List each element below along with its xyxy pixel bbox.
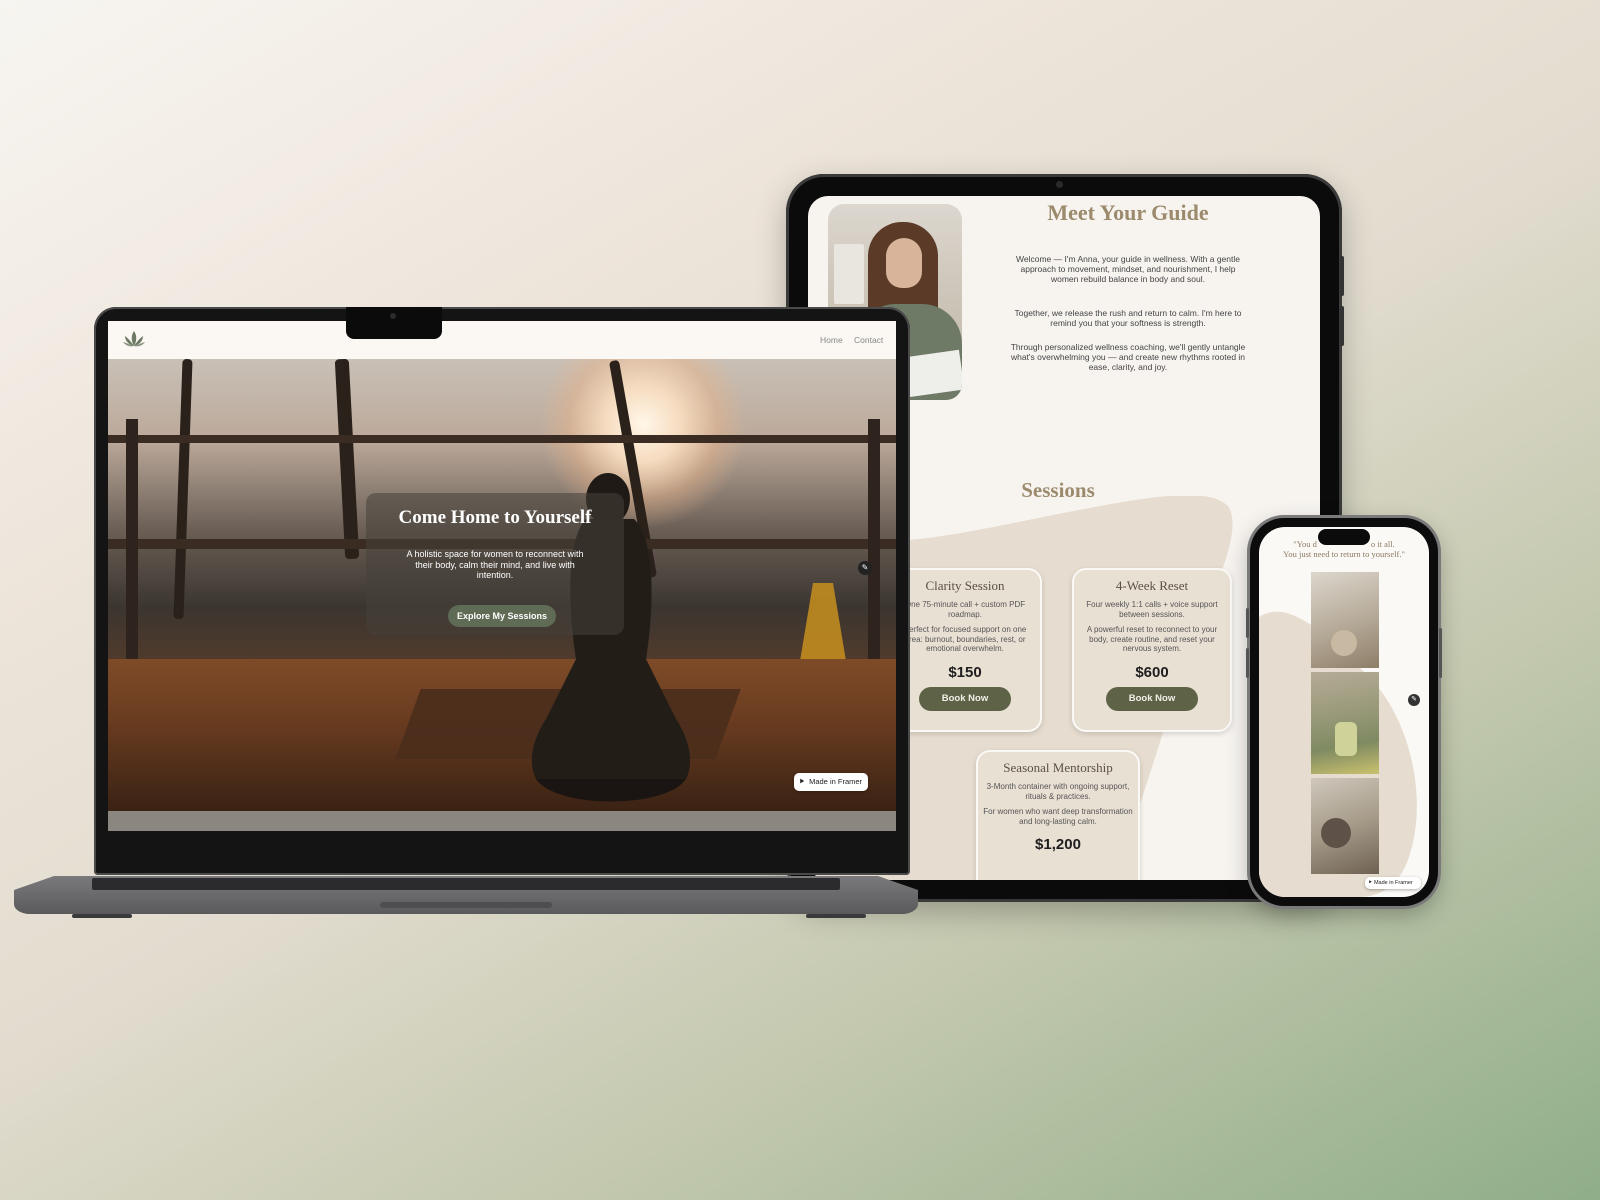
phone-power-button bbox=[1439, 628, 1442, 678]
badge-label: Made in Framer bbox=[1373, 880, 1413, 886]
card-title: 4-Week Reset bbox=[1115, 578, 1189, 593]
badge-label: Made in Framer bbox=[809, 777, 863, 786]
card-description: For women who want deep transformation a… bbox=[983, 807, 1133, 826]
hero-title: Come Home to Yourself bbox=[398, 507, 592, 528]
laptop-device: Home Contact Come Home to Yourself A hol… bbox=[94, 307, 910, 875]
guide-paragraph: Through personalized wellness coaching, … bbox=[1010, 342, 1246, 372]
card-description: Perfect for focused support on one area:… bbox=[903, 625, 1027, 653]
card-title: Clarity Session bbox=[925, 578, 1005, 593]
laptop-screen: Home Contact Come Home to Yourself A hol… bbox=[108, 321, 896, 831]
card-price: $600 bbox=[1135, 663, 1169, 681]
phone-device: "You do it all. You just need to return … bbox=[1246, 518, 1442, 906]
phone-side-button bbox=[1246, 648, 1249, 678]
card-description: A powerful reset to reconnect to your bo… bbox=[1086, 625, 1218, 653]
guide-title: Meet Your Guide bbox=[1047, 200, 1209, 225]
laptop-base bbox=[14, 876, 918, 918]
card-title: Seasonal Mentorship bbox=[1003, 760, 1113, 775]
gallery-image bbox=[1311, 572, 1379, 668]
gallery-image bbox=[1311, 672, 1379, 774]
nav-home-link[interactable]: Home bbox=[820, 335, 843, 345]
card-price: $1,200 bbox=[1035, 836, 1081, 853]
card-description: 3-Month container with ongoing support, … bbox=[986, 782, 1130, 801]
card-price: $150 bbox=[948, 663, 982, 681]
explore-sessions-button[interactable]: Explore My Sessions bbox=[448, 605, 556, 627]
card-description: One 75-minute call + custom PDF roadmap. bbox=[904, 600, 1026, 619]
phone-side-button bbox=[1246, 608, 1249, 638]
made-in-framer-badge[interactable]: ⯈ Made in Framer bbox=[794, 773, 868, 791]
book-now-button[interactable]: Book Now bbox=[1106, 686, 1198, 711]
session-card-mentorship: Seasonal Mentorship 3-Month container wi… bbox=[976, 750, 1140, 880]
edit-pencil-icon[interactable]: ✎ bbox=[858, 561, 872, 575]
tablet-camera bbox=[1056, 181, 1063, 188]
quote-text: "You do it all. You just need to return … bbox=[1283, 539, 1405, 559]
session-card-reset: 4-Week Reset Four weekly 1:1 calls + voi… bbox=[1072, 568, 1232, 732]
site-navbar: Home Contact bbox=[108, 321, 896, 359]
hero-subtitle: A holistic space for women to reconnect … bbox=[406, 549, 584, 580]
laptop-notch bbox=[346, 307, 442, 339]
tablet-volume-button bbox=[1340, 256, 1344, 296]
framer-icon: ⯈ bbox=[799, 777, 805, 786]
card-description: Four weekly 1:1 calls + voice support be… bbox=[1086, 600, 1218, 619]
session-card-clarity: Clarity Session One 75-minute call + cus… bbox=[888, 568, 1042, 732]
nav-contact-link[interactable]: Contact bbox=[854, 335, 883, 345]
sessions-title: Sessions bbox=[1021, 478, 1095, 502]
guide-paragraph: Together, we release the rush and return… bbox=[1014, 308, 1242, 328]
guide-paragraph: Welcome — I'm Anna, your guide in wellne… bbox=[1016, 254, 1240, 284]
gallery-image bbox=[1311, 778, 1379, 874]
edit-pencil-icon[interactable]: ✎ bbox=[1408, 694, 1420, 706]
phone-screen: "You do it all. You just need to return … bbox=[1259, 527, 1429, 897]
made-in-framer-badge[interactable]: ⯈ Made in Framer bbox=[1365, 877, 1421, 889]
lotus-icon[interactable] bbox=[122, 329, 146, 349]
tablet-volume-button bbox=[1340, 306, 1344, 346]
book-now-button[interactable]: Book Now bbox=[919, 686, 1011, 711]
screen-bottom-bar bbox=[108, 811, 896, 831]
framer-icon: ⯈ bbox=[1368, 880, 1373, 886]
